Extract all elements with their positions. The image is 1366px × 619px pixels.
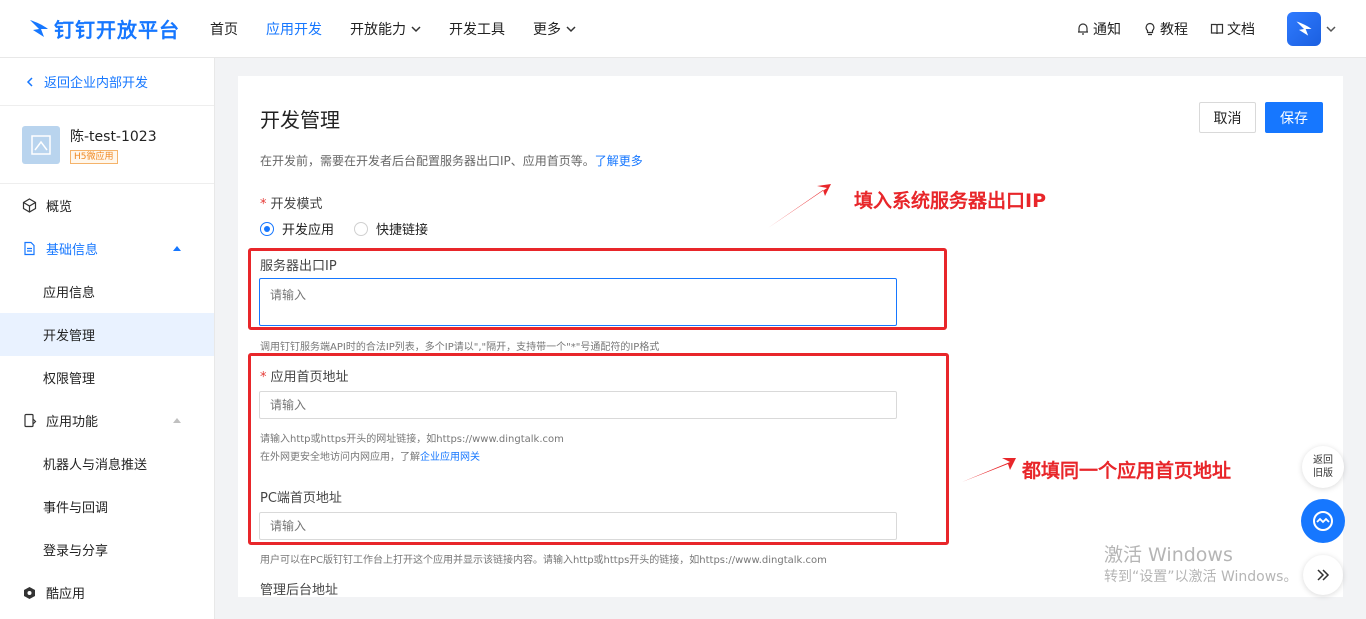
nav-right: 通知 教程 文档 [1076, 0, 1336, 58]
radio-label: 开发应用 [282, 223, 335, 238]
ip-annotation: 填入系统服务器出口IP [854, 190, 1046, 212]
sidebar-item-label: 机器人与消息推送 [43, 458, 148, 473]
sidebar-item-label: 开发管理 [43, 329, 96, 344]
assistant-button[interactable] [1301, 499, 1345, 543]
sidebar-item-label: 应用信息 [43, 286, 96, 301]
sidebar-item-label: 酷应用 [46, 587, 86, 602]
server-ip-hint: 调用钉钉服务端API时的合法IP列表，多个IP请以","隔开，支持带一个"*"号… [260, 342, 660, 353]
sidebar-item-label: 权限管理 [43, 372, 96, 387]
homepage-highlight-box [248, 353, 949, 545]
sidebar-item-dev-management[interactable]: 开发管理 [0, 313, 214, 356]
nav-item-more[interactable]: 更多 [533, 19, 576, 39]
sidebar-item-events-callbacks[interactable]: 事件与回调 [0, 485, 214, 528]
sidebar-item-robot-messages[interactable]: 机器人与消息推送 [0, 442, 214, 485]
chevron-down-icon [566, 25, 576, 32]
radio-label: 快捷链接 [376, 223, 429, 238]
save-button[interactable]: 保存 [1265, 102, 1323, 133]
nav-label: 首页 [210, 21, 238, 38]
app-placeholder-icon [31, 134, 51, 155]
learn-more-link[interactable]: 了解更多 [595, 154, 643, 168]
document-icon [24, 241, 35, 256]
intro-body: 在开发前，需要在开发者后台配置服务器出口IP、应用首页等。 [260, 154, 595, 168]
app-card: 陈-test-1023 H5微应用 [0, 106, 214, 184]
chevron-left-icon [26, 76, 33, 87]
lightbulb-icon [1145, 22, 1155, 36]
page-title: 开发管理 [260, 108, 340, 132]
user-avatar[interactable] [1287, 12, 1321, 46]
docs-link[interactable]: 文档 [1210, 19, 1255, 39]
double-chevron-right-icon [1317, 569, 1330, 581]
book-icon [1210, 23, 1224, 35]
chevron-down-icon[interactable] [1326, 24, 1336, 34]
cancel-button[interactable]: 取消 [1199, 102, 1256, 133]
tutorial-label: 教程 [1160, 22, 1188, 38]
brand-logo[interactable]: 钉钉开放平台 [28, 14, 188, 43]
nav-label: 应用开发 [266, 21, 322, 38]
nav-item-open-capabilities[interactable]: 开放能力 [350, 19, 421, 39]
server-ip-highlight-box [248, 248, 947, 330]
sidebar-item-cool-app[interactable]: 酷应用 [0, 571, 214, 614]
assistant-bird-icon [1313, 511, 1333, 531]
radio-quick-link[interactable]: 快捷链接 [354, 219, 428, 238]
dingtalk-logo-icon [30, 19, 48, 37]
dev-mode-radio-group: 开发应用 快捷链接 [260, 219, 448, 238]
annotation-arrow-icon [768, 184, 831, 228]
cube-icon [22, 198, 37, 213]
expand-panel-button[interactable] [1303, 555, 1343, 595]
notify-link[interactable]: 通知 [1076, 19, 1121, 39]
windows-watermark-title: 激活 Windows [1104, 544, 1233, 566]
nav-item-dev-tools[interactable]: 开发工具 [449, 19, 505, 39]
sidebar-item-label: 概览 [46, 200, 73, 215]
sidebar: 返回企业内部开发 陈-test-1023 H5微应用 概览 基础信息 应用信息 … [0, 58, 215, 619]
sidebar-item-basic-info[interactable]: 基础信息 [0, 227, 214, 270]
nav-item-home[interactable]: 首页 [210, 19, 238, 39]
nav-label: 更多 [533, 21, 561, 38]
radio-unselected[interactable] [354, 221, 369, 236]
docs-label: 文档 [1227, 22, 1255, 38]
sidebar-item-label: 应用功能 [46, 415, 99, 430]
sidebar-item-app-features[interactable]: 应用功能 [0, 399, 214, 442]
intro-text: 在开发前，需要在开发者后台配置服务器出口IP、应用首页等。了解更多 [260, 152, 643, 169]
pc-homepage-hint: 用户可以在PC版钉钉工作台上打开这个应用并显示该链接内容。请输入http或htt… [260, 555, 827, 566]
bell-icon [1078, 23, 1088, 35]
tutorial-link[interactable]: 教程 [1143, 19, 1188, 39]
brand-name: 钉钉开放平台 [54, 18, 180, 42]
dev-mode-label: * 开发模式 [260, 193, 323, 212]
required-mark: * [260, 197, 267, 212]
phone-icon [24, 413, 37, 428]
nav-item-app-dev[interactable]: 应用开发 [266, 19, 322, 39]
notify-label: 通知 [1093, 22, 1121, 38]
return-label: 返回 [1313, 455, 1333, 466]
cool-app-icon [24, 587, 35, 599]
sidebar-item-label: 登录与分享 [43, 544, 109, 559]
radio-selected[interactable] [260, 221, 274, 236]
dingtalk-logo-icon [1296, 21, 1312, 36]
sidebar-item-label: 基础信息 [46, 243, 99, 258]
sidebar-item-login-share[interactable]: 登录与分享 [0, 528, 214, 571]
sidebar-item-label: 事件与回调 [43, 501, 109, 516]
dev-mode-label-text: 开发模式 [270, 197, 323, 212]
back-to-internal-dev-link[interactable]: 返回企业内部开发 [0, 58, 214, 106]
sidebar-item-overview[interactable]: 概览 [0, 184, 214, 227]
top-nav: 钉钉开放平台 首页 应用开发 开放能力 开发工具 更多 通知 教程 文档 [0, 0, 1366, 58]
caret-up-icon [173, 246, 181, 251]
admin-url-label: 管理后台地址 [260, 583, 339, 597]
app-type-badge: H5微应用 [70, 149, 118, 164]
app-name: 陈-test-1023 [70, 128, 157, 145]
caret-up-icon [173, 418, 181, 423]
back-label: 返回企业内部开发 [44, 76, 149, 91]
annotation-arrow-icon [962, 458, 1016, 482]
homepage-annotation: 都填同一个应用首页地址 [1022, 460, 1232, 482]
windows-watermark-subtitle: 转到“设置”以激活 Windows。 [1104, 569, 1298, 585]
nav-label: 开放能力 [350, 21, 406, 38]
app-thumbnail [22, 125, 60, 164]
sidebar-item-permissions[interactable]: 权限管理 [0, 356, 214, 399]
radio-dev-app[interactable]: 开发应用 [260, 219, 334, 238]
nav-label: 开发工具 [449, 21, 505, 38]
chevron-down-icon [411, 25, 421, 32]
sidebar-item-app-info[interactable]: 应用信息 [0, 270, 214, 313]
return-old-version-button[interactable]: 返回 旧版 [1302, 446, 1344, 488]
old-version-label: 旧版 [1313, 468, 1333, 479]
main-nav: 首页 应用开发 开放能力 开发工具 更多 [210, 19, 604, 39]
